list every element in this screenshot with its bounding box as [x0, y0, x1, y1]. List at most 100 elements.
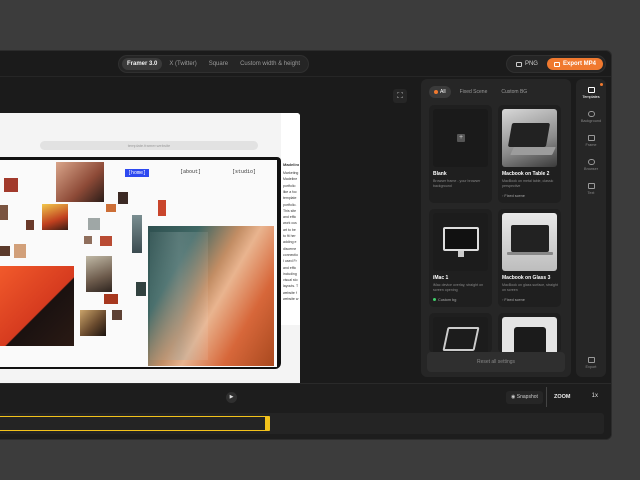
- size-preset-tabs: Framer 3.0 X (Twitter) Square Custom wid…: [118, 55, 310, 73]
- browser-frame: template.framer.website [home] [about] […: [0, 113, 300, 395]
- zoom-label: ZOOM: [554, 394, 571, 400]
- filter-fixed-scene[interactable]: Fixed Scene: [455, 86, 493, 98]
- fit-screen-icon: ⛶: [397, 91, 403, 100]
- timeline[interactable]: [0, 413, 604, 434]
- imac-icon: [443, 227, 479, 251]
- top-toolbar: Framer 3.0 X (Twitter) Square Custom wid…: [0, 51, 611, 77]
- snapshot-label: Snapshot: [516, 394, 538, 400]
- photo-tile: [118, 192, 128, 204]
- tab-framer[interactable]: Framer 3.0: [122, 58, 163, 70]
- template-thumb: [433, 317, 488, 353]
- side-line: discerne: [283, 246, 297, 251]
- side-line: including: [283, 271, 297, 276]
- side-line: connectio: [283, 252, 298, 257]
- photo-tile: [26, 220, 34, 230]
- photo-tile: [100, 236, 112, 246]
- frame-icon: [587, 135, 595, 141]
- template-card-partial[interactable]: [429, 313, 492, 353]
- notification-dot-icon: [600, 83, 603, 86]
- photo-tile: [104, 294, 118, 304]
- website-screen: [home] [about] [studio]: [0, 160, 277, 367]
- template-card-imac[interactable]: iMac 1 iMac device overlay, straight on …: [429, 209, 492, 307]
- laptop-base-icon: [510, 147, 556, 155]
- template-card-macbook-table[interactable]: Macbook on Table 2 MacBook on metal tabl…: [498, 105, 561, 203]
- app-window: Framer 3.0 X (Twitter) Square Custom wid…: [0, 50, 612, 440]
- photo-tile: [88, 218, 100, 230]
- tablet-icon: [514, 327, 546, 353]
- text-icon: [587, 183, 595, 189]
- photo-tile: [56, 162, 104, 202]
- preview-canvas: template.framer.website [home] [about] […: [0, 77, 420, 395]
- rail-export[interactable]: Export: [576, 357, 606, 369]
- side-line: like a foc: [283, 189, 297, 194]
- template-desc: iMac device overlay, straight on screen …: [433, 283, 484, 292]
- tab-custom-size[interactable]: Custom width & height: [235, 58, 305, 70]
- site-nav-home[interactable]: [home]: [125, 169, 150, 177]
- filter-custom-bg[interactable]: Custom BG: [496, 86, 532, 98]
- laptop-icon: [511, 225, 549, 252]
- template-tag-label: Fixed scene: [504, 298, 525, 302]
- side-line: to fit her: [283, 234, 296, 238]
- rail-templates[interactable]: Templates: [576, 87, 606, 99]
- template-thumb: [502, 213, 557, 271]
- site-nav-studio[interactable]: [studio]: [232, 169, 256, 175]
- template-tag: ◦ Fixed scene: [502, 298, 525, 302]
- play-button[interactable]: ▶: [226, 392, 237, 403]
- side-line: portfolio: [283, 183, 296, 188]
- fit-frame-button[interactable]: ⛶: [393, 89, 407, 103]
- side-line: layouts. T: [283, 284, 299, 289]
- png-label: PNG: [524, 61, 538, 67]
- template-title: Macbook on Glass 3: [502, 275, 551, 281]
- side-heading: Madeline: [283, 163, 299, 167]
- template-tag: Custom bg: [433, 298, 456, 302]
- templates-panel: All Fixed Scene Custom BG + Blank Browse…: [421, 79, 571, 377]
- zoom-value[interactable]: 1x: [592, 393, 598, 399]
- template-card-blank[interactable]: + Blank Browser frame - your browser bac…: [429, 105, 492, 203]
- photo-tile: [112, 310, 122, 320]
- export-mp4-label: Export MP4: [562, 61, 596, 67]
- tab-x-twitter[interactable]: X (Twitter): [164, 58, 201, 70]
- rail-label: Background: [580, 119, 602, 123]
- template-tag: ◦ Fixed scene: [502, 194, 525, 198]
- side-line: I used Fr: [283, 259, 297, 264]
- photo-tile: [136, 282, 146, 296]
- template-card-partial[interactable]: [498, 313, 561, 353]
- rail-browser[interactable]: Browser: [576, 159, 606, 171]
- imac-stand-icon: [458, 251, 464, 257]
- zoom-control[interactable]: ZOOM 1x: [546, 387, 602, 407]
- template-card-macbook-glass[interactable]: Macbook on Glass 3 MacBook on glass surf…: [498, 209, 561, 307]
- png-button[interactable]: PNG: [509, 58, 545, 70]
- tab-square[interactable]: Square: [204, 58, 233, 70]
- tablet-icon: [442, 327, 480, 351]
- laptop-base-icon: [507, 252, 553, 255]
- photo-tile: [132, 215, 142, 253]
- filter-all-label: All: [440, 89, 446, 95]
- side-line: website f: [283, 290, 297, 295]
- timeline-track[interactable]: [0, 416, 270, 431]
- url-bar: template.framer.website: [40, 141, 258, 150]
- export-group: PNG Export MP4: [505, 55, 606, 73]
- laptop-mockup: [home] [about] [studio]: [0, 157, 281, 369]
- reset-settings-button[interactable]: Reset all settings: [427, 352, 565, 372]
- photo-tile: [106, 204, 116, 212]
- plus-icon: +: [457, 134, 465, 142]
- export-mp4-button[interactable]: Export MP4: [546, 58, 603, 70]
- side-line: work cus: [283, 221, 297, 226]
- laptop-icon: [507, 123, 551, 147]
- filter-all[interactable]: All: [429, 86, 451, 98]
- template-title: Blank: [433, 171, 447, 177]
- rail-background[interactable]: Background: [576, 111, 606, 123]
- photo-tile: [158, 200, 166, 216]
- site-side-panel: Madeline Marketing Madeline portfolio like …: [281, 113, 300, 325]
- rail-text[interactable]: Text: [576, 183, 606, 195]
- photo-tile: [14, 244, 26, 258]
- snapshot-button[interactable]: ◉ Snapshot: [506, 391, 543, 404]
- template-title: iMac 1: [433, 275, 449, 281]
- template-thumb: [502, 317, 557, 353]
- rail-label: Frame: [585, 143, 597, 147]
- site-nav-about[interactable]: [about]: [180, 169, 201, 175]
- rail-frame[interactable]: Frame: [576, 135, 606, 147]
- side-line: This site: [283, 208, 297, 213]
- trim-handle[interactable]: [265, 416, 270, 431]
- template-desc: MacBook on glass surface, straight on sc…: [502, 283, 558, 292]
